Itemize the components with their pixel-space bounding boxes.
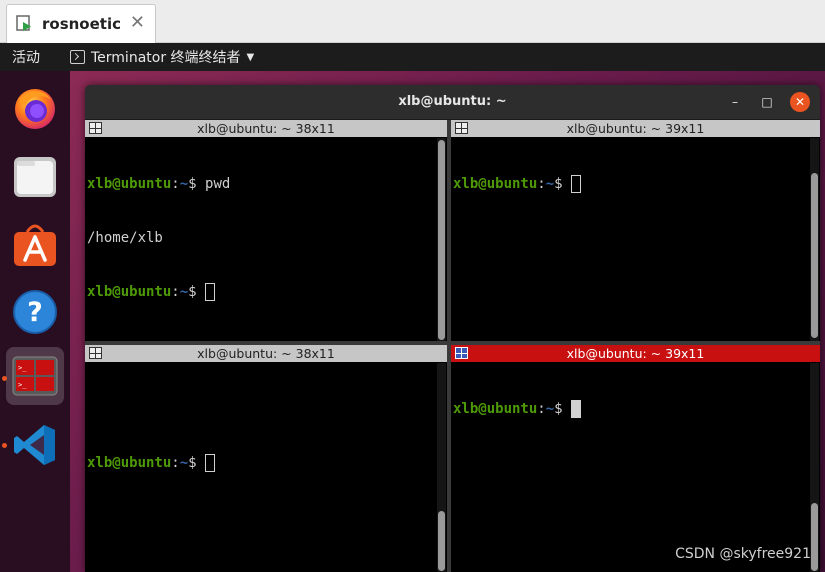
terminal-pane-top-left[interactable]: xlb@ubuntu: ~ 38x11 xlb@ubuntu:~$ pwd /h… <box>85 120 447 341</box>
app-menu-label: Terminator 终端终结者 <box>91 50 241 66</box>
scrollbar[interactable] <box>810 363 819 572</box>
pane-splitter-horizontal[interactable] <box>85 341 820 345</box>
terminal-cursor <box>205 283 216 301</box>
files-icon <box>14 157 56 197</box>
scrollbar[interactable] <box>437 363 446 572</box>
close-button[interactable]: ✕ <box>790 92 810 112</box>
scrollbar-thumb[interactable] <box>438 511 445 571</box>
vm-tab-rosnoetic[interactable]: rosnoetic ✕ <box>6 4 156 43</box>
window-title: xlb@ubuntu: ~ <box>398 94 507 109</box>
pane-header-active[interactable]: xlb@ubuntu: ~ 39x11 <box>451 345 820 362</box>
dock-vscode[interactable] <box>6 416 64 474</box>
terminal-line: /home/xlb <box>87 230 163 246</box>
terminal-pane-top-right[interactable]: xlb@ubuntu: ~ 39x11 xlb@ubuntu:~$ <box>451 120 820 341</box>
terminal-pane-bottom-right[interactable]: xlb@ubuntu: ~ 39x11 xlb@ubuntu:~$ <box>451 345 820 572</box>
maximize-button[interactable]: □ <box>757 92 777 112</box>
chevron-down-icon: ▼ <box>246 51 255 63</box>
pane-header[interactable]: xlb@ubuntu: ~ 38x11 <box>85 345 447 362</box>
terminal-output[interactable]: xlb@ubuntu:~$ <box>453 364 806 454</box>
svg-text:?: ? <box>27 297 43 328</box>
help-icon: ? <box>13 290 57 334</box>
vm-tab-title: rosnoetic <box>42 15 121 33</box>
running-indicator <box>2 443 7 448</box>
pane-header[interactable]: xlb@ubuntu: ~ 38x11 <box>85 120 447 137</box>
app-store-icon <box>14 224 56 266</box>
minimize-button[interactable]: – <box>725 92 745 112</box>
pane-header-title: xlb@ubuntu: ~ 38x11 <box>197 346 335 361</box>
pane-header-title: xlb@ubuntu: ~ 38x11 <box>197 121 335 136</box>
scrollbar-thumb[interactable] <box>811 173 818 338</box>
dock-help[interactable]: ? <box>6 283 64 341</box>
scrollbar[interactable] <box>437 138 446 341</box>
vm-icon <box>15 14 35 34</box>
terminal-output[interactable]: xlb@ubuntu:~$ <box>453 139 806 229</box>
dock-terminator[interactable]: >_ >_ <box>6 347 64 405</box>
terminal-line: xlb@ubuntu:~$ pwd <box>87 176 231 192</box>
close-icon[interactable]: ✕ <box>130 13 145 33</box>
pane-header-title: xlb@ubuntu: ~ 39x11 <box>566 346 705 361</box>
scrollbar-thumb[interactable] <box>811 503 818 571</box>
dock-app-store[interactable] <box>6 215 64 273</box>
terminal-pane-bottom-left[interactable]: xlb@ubuntu: ~ 38x11 xlb@ubuntu:~$ <box>85 345 447 572</box>
terminal-output[interactable]: xlb@ubuntu:~$ pwd /home/xlb xlb@ubuntu:~… <box>87 139 433 337</box>
terminal-line: xlb@ubuntu:~$ <box>87 283 433 301</box>
pane-splitter-vertical[interactable] <box>447 120 451 572</box>
pane-header-title: xlb@ubuntu: ~ 39x11 <box>566 121 705 136</box>
running-indicator <box>2 376 7 381</box>
dock-files[interactable] <box>6 147 64 205</box>
terminal-cursor <box>571 175 582 193</box>
terminator-icon: >_ >_ <box>12 356 58 396</box>
terminator-window: xlb@ubuntu: ~ – □ ✕ xlb@ubuntu: ~ 38x11 … <box>85 85 820 572</box>
svg-text:>_: >_ <box>18 364 27 372</box>
watermark: CSDN @skyfree921 <box>675 546 811 562</box>
terminal-line: xlb@ubuntu:~$ <box>87 454 433 472</box>
scrollbar[interactable] <box>810 138 819 341</box>
vscode-icon <box>14 425 55 465</box>
scrollbar-thumb[interactable] <box>438 140 445 340</box>
dock: ? >_ >_ <box>0 71 70 572</box>
pane-header[interactable]: xlb@ubuntu: ~ 39x11 <box>451 120 820 137</box>
terminal-line: xlb@ubuntu:~$ <box>453 400 806 418</box>
window-titlebar[interactable]: xlb@ubuntu: ~ – □ ✕ <box>85 85 820 120</box>
dock-firefox[interactable] <box>6 79 64 137</box>
terminal-line: xlb@ubuntu:~$ <box>453 175 806 193</box>
app-menu-button[interactable]: Terminator 终端终结者 ▼ <box>70 47 254 67</box>
terminal-icon <box>70 50 85 64</box>
activities-button[interactable]: 活动 <box>12 47 40 67</box>
firefox-icon <box>15 89 55 129</box>
terminal-output[interactable]: xlb@ubuntu:~$ <box>87 364 433 508</box>
gnome-top-bar: 活动 Terminator 终端终结者 ▼ <box>0 43 825 71</box>
vm-tab-bar: rosnoetic ✕ <box>0 0 825 43</box>
terminal-cursor <box>571 400 582 418</box>
terminal-cursor <box>205 454 216 472</box>
svg-text:>_: >_ <box>18 381 27 389</box>
